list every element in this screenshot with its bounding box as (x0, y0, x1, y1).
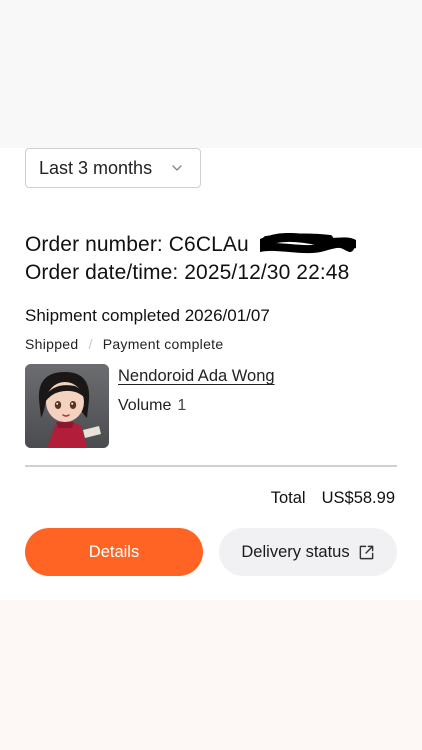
order-number-label: Order number: (25, 233, 169, 256)
period-filter-dropdown[interactable]: Last 3 months (25, 148, 201, 188)
order-number: Order number: C6CLAu (25, 233, 249, 257)
product-name-link[interactable]: Nendoroid Ada Wong (118, 367, 275, 386)
order-date-value: 2025/12/30 22:48 (184, 261, 350, 284)
period-filter-value: Last 3 months (39, 157, 153, 178)
product-volume: Volume 1 (118, 397, 186, 415)
order-number-value: C6CLAu (168, 233, 249, 256)
top-background (0, 0, 422, 148)
status-separator: / (88, 336, 93, 352)
details-button[interactable]: Details (25, 528, 203, 576)
shipment-status-text: Shipment completed 2026/01/07 (25, 306, 270, 325)
status-shipped: Shipped (25, 336, 79, 352)
volume-quantity: 1 (177, 397, 187, 414)
chevron-down-icon (172, 165, 182, 171)
total-amount: US$58.99 (321, 489, 395, 507)
order-date: Order date/time: 2025/12/30 22:48 (25, 261, 349, 285)
status-row: Shipped / Payment complete (25, 336, 223, 352)
product-image (25, 364, 109, 448)
total-label: Total (270, 489, 306, 507)
status-payment: Payment complete (102, 336, 224, 352)
external-link-icon (359, 545, 373, 559)
delivery-status-label: Delivery status (241, 542, 350, 561)
delivery-status-button[interactable]: Delivery status (219, 528, 397, 576)
volume-label: Volume (118, 397, 172, 414)
product-thumbnail[interactable] (25, 364, 109, 448)
redaction-scribble (260, 233, 356, 254)
order-date-label: Order date/time: (25, 261, 185, 284)
order-total: Total US$58.99 (271, 489, 395, 508)
section-divider (25, 465, 397, 467)
details-button-label: Details (88, 542, 140, 561)
bottom-background (0, 600, 422, 750)
